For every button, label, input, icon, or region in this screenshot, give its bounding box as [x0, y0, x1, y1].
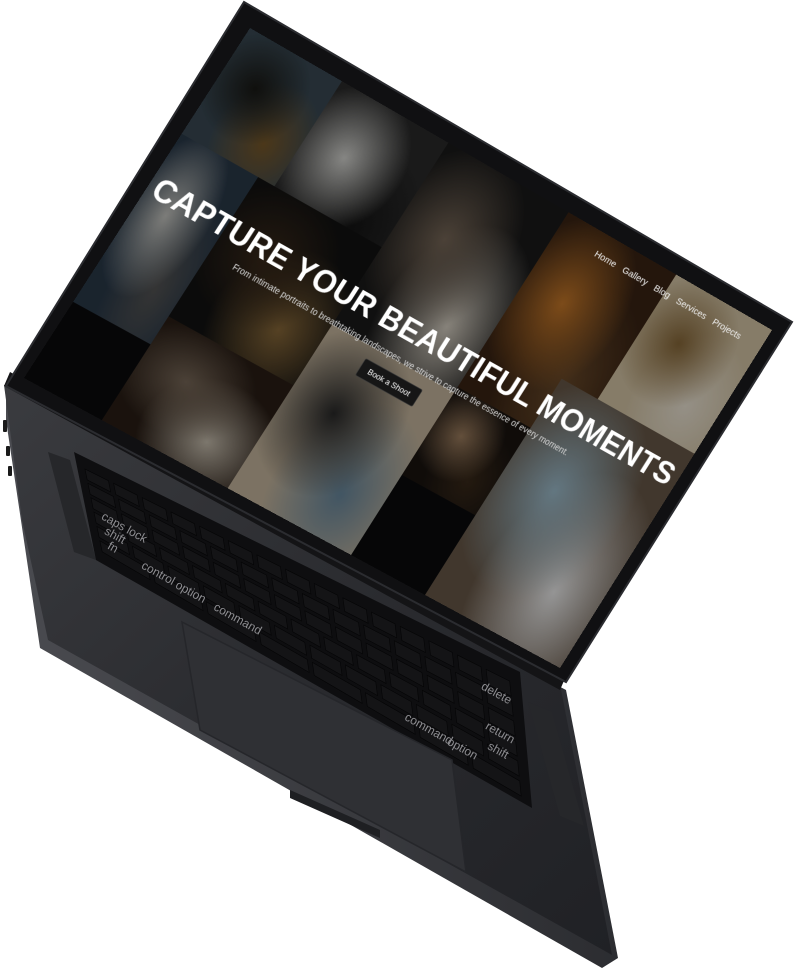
laptop-mockup: caps lock shift fn control option command comm…: [0, 0, 795, 973]
